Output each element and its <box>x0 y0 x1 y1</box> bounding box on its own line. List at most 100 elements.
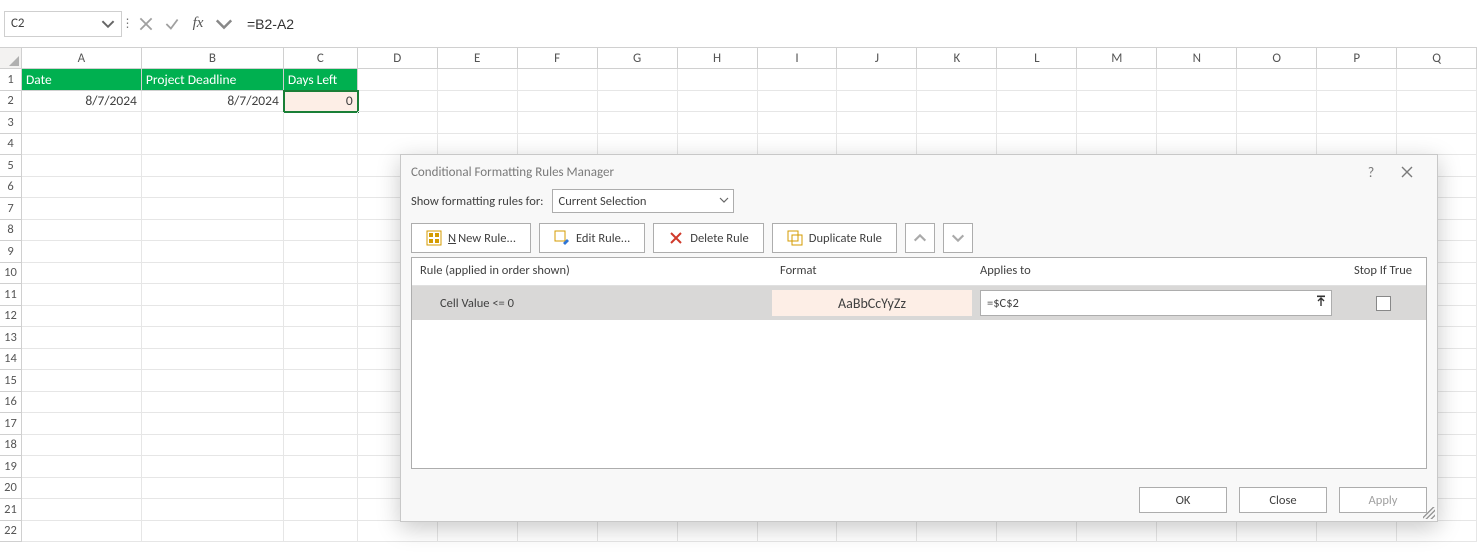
cell-B15[interactable] <box>142 370 284 392</box>
cell-N1[interactable] <box>1157 69 1237 91</box>
cell-A3[interactable] <box>22 112 142 134</box>
row-head-6[interactable]: 6 <box>0 177 22 199</box>
cell-C1[interactable]: Days Left <box>284 69 358 91</box>
cell-C17[interactable] <box>284 413 358 435</box>
cell-K3[interactable] <box>917 112 997 134</box>
cell-M2[interactable] <box>1077 91 1157 113</box>
cell-A21[interactable] <box>22 499 142 521</box>
cell-B2[interactable]: 8/7/2024 <box>142 91 284 113</box>
cell-K4[interactable] <box>917 134 997 156</box>
cell-G22[interactable] <box>598 521 678 543</box>
cell-C11[interactable] <box>284 284 358 306</box>
cell-J3[interactable] <box>837 112 917 134</box>
name-box-dropdown-icon[interactable] <box>101 17 115 31</box>
cell-C20[interactable] <box>284 478 358 500</box>
move-down-button[interactable] <box>943 223 973 253</box>
stop-if-true-checkbox[interactable] <box>1376 296 1391 311</box>
cell-H22[interactable] <box>678 521 758 543</box>
col-head-E[interactable]: E <box>438 48 518 69</box>
row-head-2[interactable]: 2 <box>0 91 22 113</box>
cancel-icon[interactable] <box>137 15 155 33</box>
cell-C22[interactable] <box>284 521 358 543</box>
cell-F22[interactable] <box>518 521 598 543</box>
cell-I22[interactable] <box>758 521 838 543</box>
row-head-14[interactable]: 14 <box>0 349 22 371</box>
cell-D1[interactable] <box>358 69 438 91</box>
cell-G3[interactable] <box>598 112 678 134</box>
cell-B1[interactable]: Project Deadline <box>142 69 284 91</box>
show-rules-for-dropdown[interactable]: Current Selection <box>552 189 734 213</box>
cell-A1[interactable]: Date <box>22 69 142 91</box>
row-head-17[interactable]: 17 <box>0 413 22 435</box>
cell-D2[interactable] <box>358 91 438 113</box>
cell-M22[interactable] <box>1077 521 1157 543</box>
cell-A5[interactable] <box>22 155 142 177</box>
cell-B10[interactable] <box>142 263 284 285</box>
rule-row[interactable]: Cell Value <= 0 AaBbCcYyZz =$C$2 <box>412 286 1426 320</box>
cell-M1[interactable] <box>1077 69 1157 91</box>
col-head-D[interactable]: D <box>358 48 438 69</box>
cell-A16[interactable] <box>22 392 142 414</box>
cell-J22[interactable] <box>837 521 917 543</box>
cell-H1[interactable] <box>678 69 758 91</box>
cell-P4[interactable] <box>1317 134 1397 156</box>
ok-button[interactable]: OK <box>1139 487 1227 513</box>
help-button[interactable]: ? <box>1353 159 1389 185</box>
row-head-15[interactable]: 15 <box>0 370 22 392</box>
col-head-L[interactable]: L <box>997 48 1077 69</box>
cell-Q3[interactable] <box>1397 112 1477 134</box>
col-head-O[interactable]: O <box>1237 48 1317 69</box>
apply-button[interactable]: Apply <box>1339 487 1427 513</box>
cell-F2[interactable] <box>518 91 598 113</box>
cell-A10[interactable] <box>22 263 142 285</box>
cell-Q1[interactable] <box>1397 69 1477 91</box>
cell-C16[interactable] <box>284 392 358 414</box>
cell-A18[interactable] <box>22 435 142 457</box>
cell-E3[interactable] <box>438 112 518 134</box>
cell-C2[interactable]: 0 <box>284 91 358 113</box>
duplicate-rule-button[interactable]: Duplicate Rule <box>772 223 897 253</box>
cell-P1[interactable] <box>1317 69 1397 91</box>
col-head-I[interactable]: I <box>758 48 838 69</box>
row-head-10[interactable]: 10 <box>0 263 22 285</box>
cell-K2[interactable] <box>917 91 997 113</box>
cell-N4[interactable] <box>1157 134 1237 156</box>
cell-L1[interactable] <box>997 69 1077 91</box>
row-head-13[interactable]: 13 <box>0 327 22 349</box>
cell-M3[interactable] <box>1077 112 1157 134</box>
cell-B5[interactable] <box>142 155 284 177</box>
row-head-4[interactable]: 4 <box>0 134 22 156</box>
cell-A6[interactable] <box>22 177 142 199</box>
row-head-9[interactable]: 9 <box>0 241 22 263</box>
cell-B4[interactable] <box>142 134 284 156</box>
col-head-F[interactable]: F <box>518 48 598 69</box>
col-head-G[interactable]: G <box>598 48 678 69</box>
cell-B12[interactable] <box>142 306 284 328</box>
cell-A9[interactable] <box>22 241 142 263</box>
cell-C4[interactable] <box>284 134 358 156</box>
row-head-16[interactable]: 16 <box>0 392 22 414</box>
cell-A12[interactable] <box>22 306 142 328</box>
cell-F3[interactable] <box>518 112 598 134</box>
cell-I1[interactable] <box>758 69 838 91</box>
cell-C7[interactable] <box>284 198 358 220</box>
row-head-5[interactable]: 5 <box>0 155 22 177</box>
move-up-button[interactable] <box>905 223 935 253</box>
cell-A22[interactable] <box>22 521 142 543</box>
cell-C18[interactable] <box>284 435 358 457</box>
cell-O4[interactable] <box>1237 134 1317 156</box>
cell-A7[interactable] <box>22 198 142 220</box>
cell-Q22[interactable] <box>1397 521 1477 543</box>
cell-C6[interactable] <box>284 177 358 199</box>
cell-A13[interactable] <box>22 327 142 349</box>
cell-L2[interactable] <box>997 91 1077 113</box>
col-head-C[interactable]: C <box>284 48 358 69</box>
cell-G2[interactable] <box>598 91 678 113</box>
cell-A11[interactable] <box>22 284 142 306</box>
cell-D3[interactable] <box>358 112 438 134</box>
cell-M4[interactable] <box>1077 134 1157 156</box>
cell-C5[interactable] <box>284 155 358 177</box>
cell-O22[interactable] <box>1237 521 1317 543</box>
row-head-3[interactable]: 3 <box>0 112 22 134</box>
cell-B7[interactable] <box>142 198 284 220</box>
